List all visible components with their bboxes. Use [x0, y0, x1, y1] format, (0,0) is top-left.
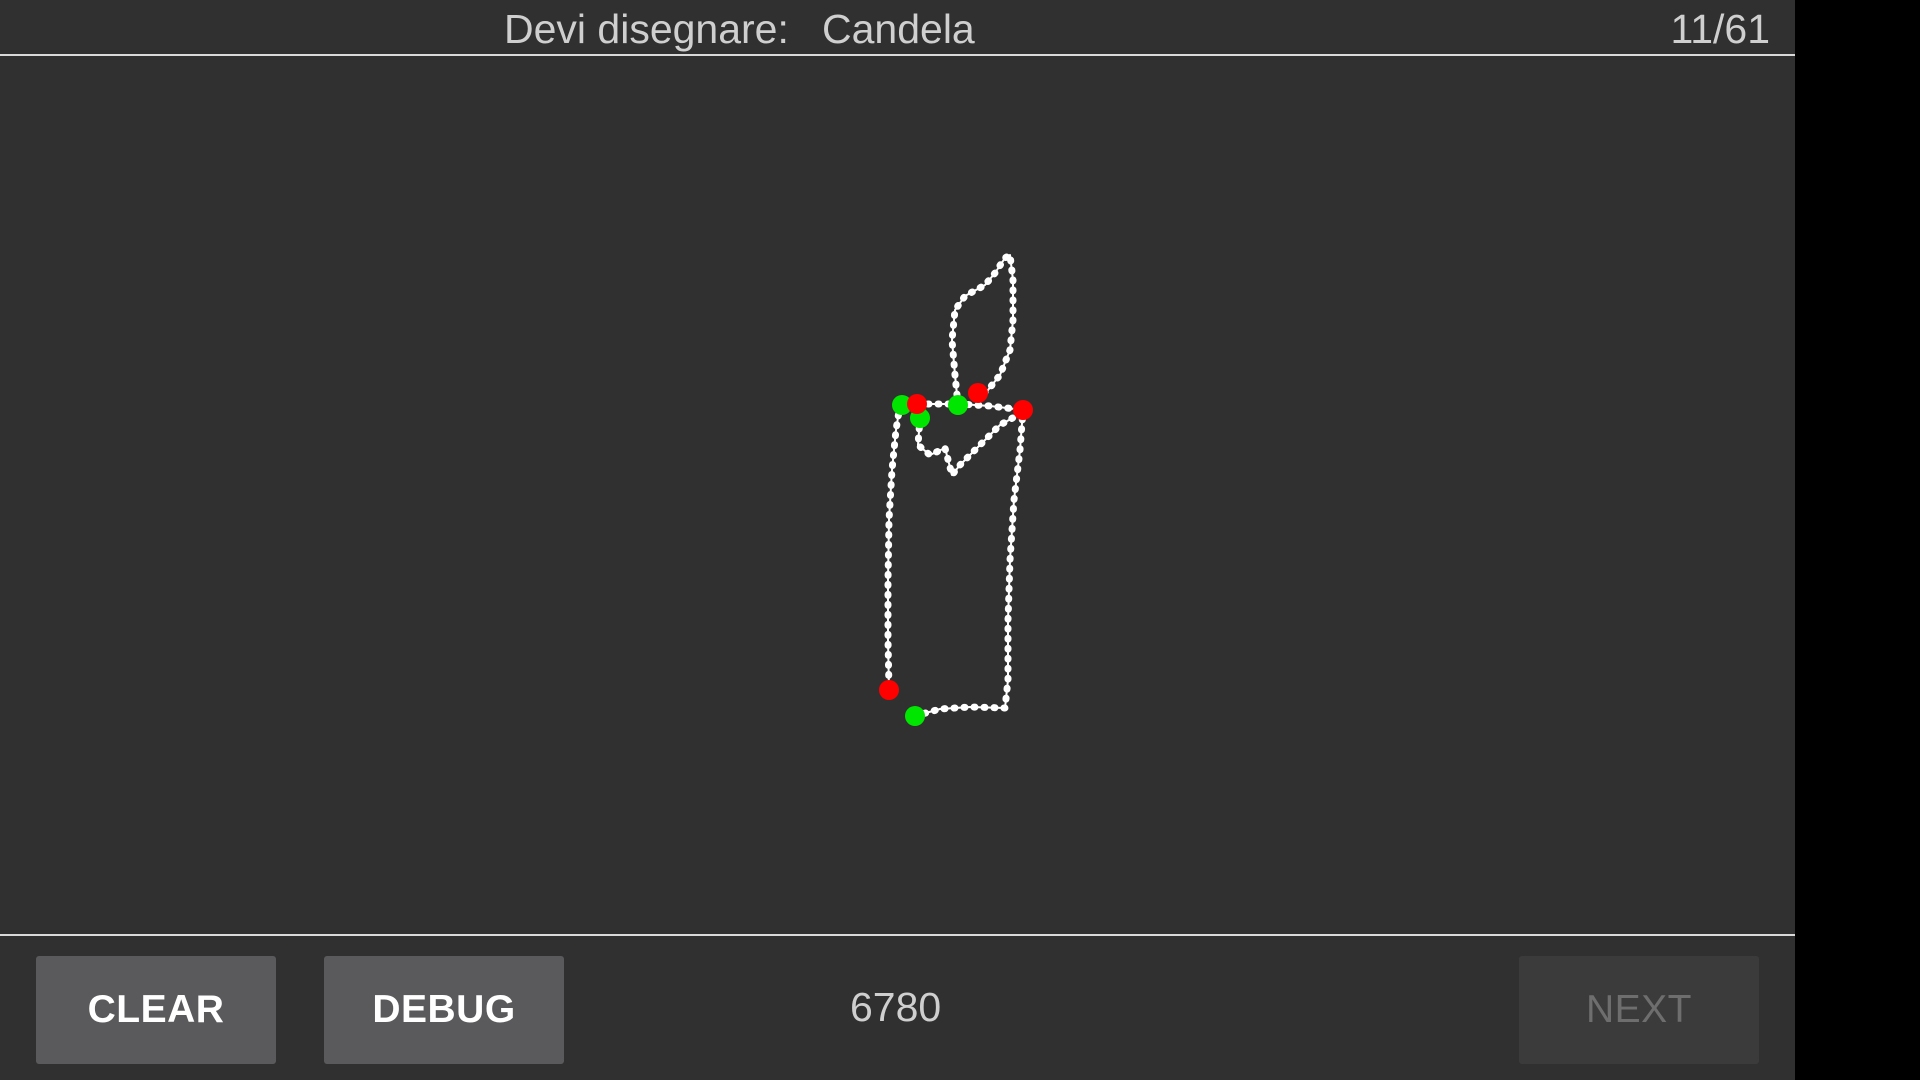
stroke-line-4	[917, 414, 1019, 476]
stroke-end-dot	[879, 680, 899, 700]
header-bar: Devi disegnare: Candela 11/61	[0, 0, 1795, 56]
system-nav-area	[1795, 0, 1920, 1080]
score-value: 6780	[850, 984, 942, 1030]
stroke-end-dot	[968, 383, 988, 403]
stroke-end-dot	[1013, 400, 1033, 420]
prompt-word: Candela	[822, 6, 975, 52]
stroke-end-dot	[907, 394, 927, 414]
drawn-strokes	[884, 251, 1027, 720]
next-button[interactable]: NEXT	[1519, 956, 1759, 1064]
clear-button[interactable]: CLEAR	[36, 956, 276, 1064]
stroke-start-dot	[905, 706, 925, 726]
progress-counter: 11/61	[1670, 6, 1770, 52]
stroke-start-dot	[948, 395, 968, 415]
drawing-canvas[interactable]	[0, 58, 1795, 934]
prompt-label: Devi disegnare:	[504, 6, 789, 52]
drawing-surface[interactable]	[0, 58, 1795, 934]
stroke-line-5	[951, 254, 1014, 406]
debug-button[interactable]: DEBUG	[324, 956, 564, 1064]
footer-bar: CLEAR DEBUG 6780 NEXT	[0, 934, 1795, 1080]
stroke-5	[948, 251, 1017, 409]
drawing-app: Devi disegnare: Candela 11/61 CLEAR DEBU…	[0, 0, 1795, 1080]
